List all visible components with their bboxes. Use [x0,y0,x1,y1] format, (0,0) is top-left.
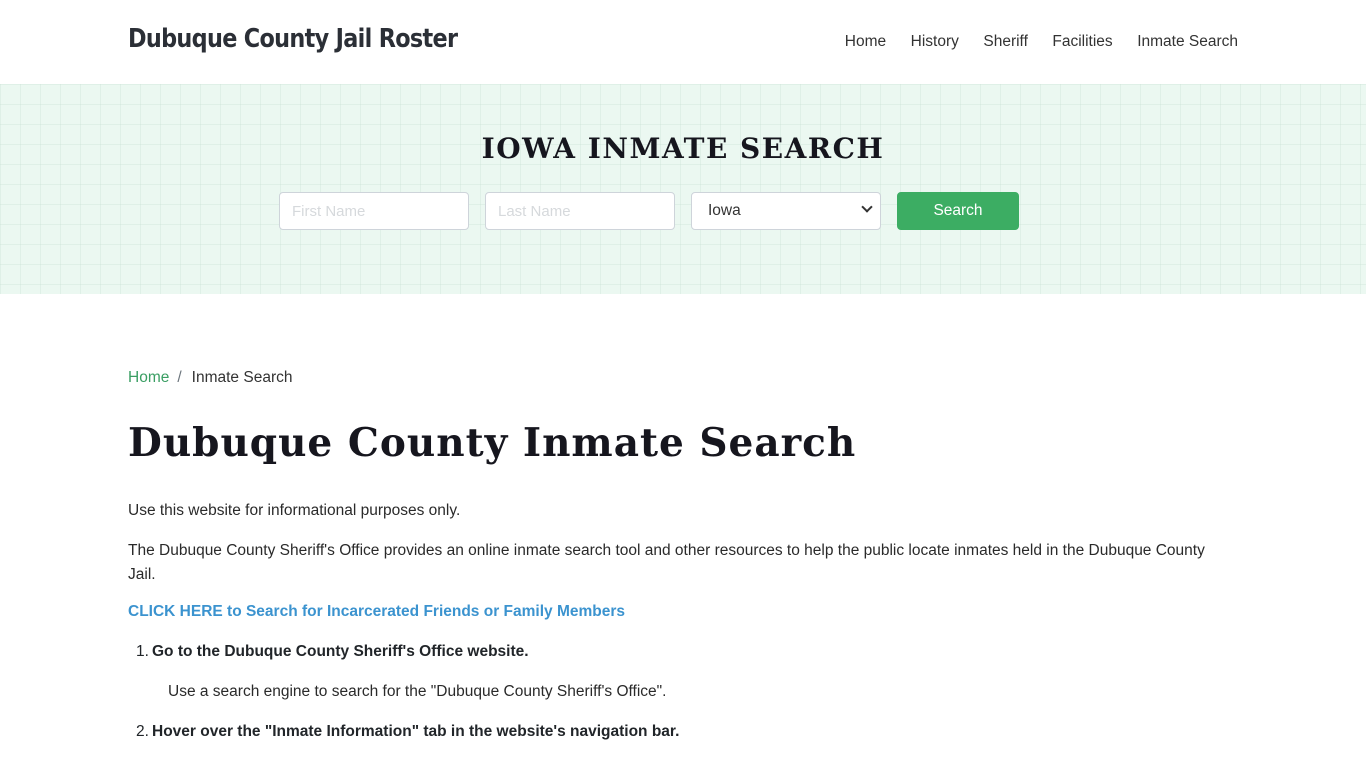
state-select-value[interactable]: Iowa [691,192,881,230]
hero-title: IOWA INMATE SEARCH [481,132,885,165]
breadcrumb-current: Inmate Search [191,369,293,386]
search-button[interactable]: Search [897,192,1019,230]
nav-sheriff[interactable]: Sheriff [983,33,1028,51]
page-title: Dubuque County Inmate Search [128,420,857,466]
main-nav: Home History Sheriff Facilities Inmate S… [820,33,1238,51]
nav-home[interactable]: Home [845,33,886,51]
step-title: Hover over the "Inmate Information" tab … [152,723,680,740]
breadcrumb-home[interactable]: Home [128,369,169,387]
disclaimer-text: Use this website for informational purpo… [128,502,461,519]
nav-history[interactable]: History [911,33,959,51]
search-hero: IOWA INMATE SEARCH Iowa Search [0,84,1366,294]
first-name-input[interactable] [279,192,469,230]
step-number: 1. [136,643,149,660]
state-select[interactable]: Iowa [691,192,881,230]
breadcrumb-separator: / [177,369,182,386]
search-cta-link[interactable]: CLICK HERE to Search for Incarcerated Fr… [128,603,625,621]
step-item: 1. Go to the Dubuque County Sheriff's Of… [136,643,529,661]
step-title: Go to the Dubuque County Sheriff's Offic… [152,643,529,660]
intro-text: The Dubuque County Sheriff's Office prov… [128,542,1205,583]
site-brand[interactable]: Dubuque County Jail Roster [128,24,458,54]
last-name-input[interactable] [485,192,675,230]
search-form: Iowa Search [279,192,1019,230]
step-description: Use a search engine to search for the "D… [168,683,667,700]
step-number: 2. [136,723,149,740]
breadcrumb: Home / Inmate Search [128,369,292,387]
step-item: 2. Hover over the "Inmate Information" t… [136,723,680,741]
nav-facilities[interactable]: Facilities [1052,33,1112,51]
nav-inmate-search[interactable]: Inmate Search [1137,33,1238,51]
site-header: Dubuque County Jail Roster Home History … [0,0,1366,84]
